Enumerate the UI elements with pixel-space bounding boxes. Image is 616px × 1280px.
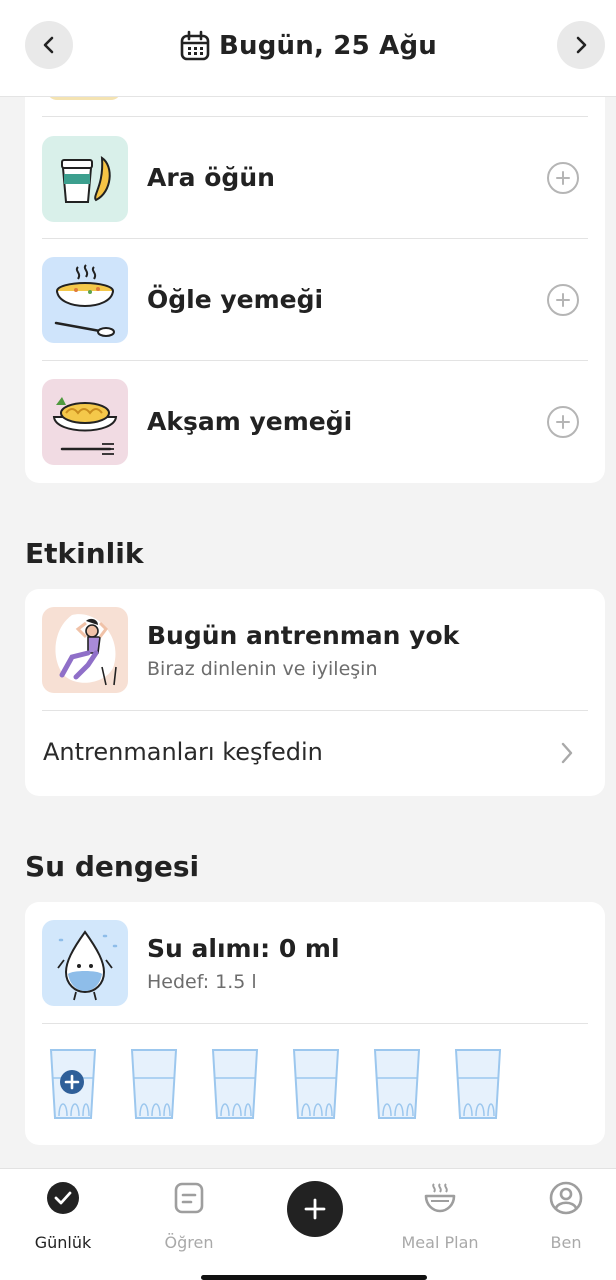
bottom-tab-bar: Günlük Öğren Meal Plan Ben	[0, 1168, 616, 1280]
top-header: Bugün, 25 Ağu	[0, 0, 616, 97]
meal-title: Öğle yemeği	[147, 285, 324, 314]
tab-label: Öğren	[164, 1233, 214, 1252]
water-intake-title: Su alımı: 0 ml	[147, 934, 340, 963]
pasta-dish-icon	[42, 379, 128, 465]
tab-meal-plan[interactable]: Meal Plan	[385, 1179, 495, 1259]
meal-row-dinner[interactable]: Akşam yemeği	[25, 361, 605, 482]
water-glass[interactable]	[373, 1048, 421, 1120]
bowl-icon	[424, 1183, 456, 1213]
plus-icon	[304, 1198, 326, 1220]
calendar-icon	[180, 30, 210, 61]
add-food-button[interactable]	[547, 406, 579, 438]
chevron-right-icon	[576, 36, 587, 54]
check-circle-icon	[47, 1182, 79, 1214]
soup-bowl-icon	[42, 257, 128, 343]
date-label: Bugün, 25 Ağu	[219, 31, 437, 61]
add-button[interactable]	[287, 1181, 343, 1237]
tab-label: Meal Plan	[401, 1233, 479, 1252]
next-day-button[interactable]	[557, 21, 605, 69]
meal-row-snack[interactable]: Ara öğün	[25, 117, 605, 238]
snack-icon	[42, 136, 128, 222]
tab-profile[interactable]: Ben	[511, 1179, 616, 1259]
tab-diary[interactable]: Günlük	[8, 1179, 118, 1259]
water-glass[interactable]	[130, 1048, 178, 1120]
tab-label: Günlük	[34, 1233, 92, 1252]
article-icon	[174, 1182, 204, 1214]
tab-learn[interactable]: Öğren	[134, 1179, 244, 1259]
water-drop-icon	[42, 920, 128, 1006]
meal-title: Akşam yemeği	[147, 407, 353, 436]
add-food-button[interactable]	[547, 284, 579, 316]
water-glass[interactable]	[292, 1048, 340, 1120]
tab-label: Ben	[550, 1233, 582, 1252]
activity-title: Bugün antrenman yok	[147, 621, 460, 650]
water-goal: Hedef: 1.5 l	[147, 971, 257, 993]
explore-workouts-row[interactable]: Antrenmanları keşfedin	[25, 711, 605, 796]
add-food-button[interactable]	[547, 162, 579, 194]
activity-card: Bugün antrenman yok Biraz dinlenin ve iy…	[25, 589, 605, 796]
activity-section-title: Etkinlik	[25, 537, 144, 570]
water-glass[interactable]	[211, 1048, 259, 1120]
water-card: Su alımı: 0 ml Hedef: 1.5 l	[25, 902, 605, 1145]
meals-card: Ara öğün Öğle yemeği Akşam yemeği	[25, 60, 605, 483]
explore-workouts-label: Antrenmanları keşfedin	[43, 738, 323, 766]
relaxing-person-icon	[42, 607, 128, 693]
date-title[interactable]: Bugün, 25 Ağu	[0, 24, 616, 68]
meal-row-lunch[interactable]: Öğle yemeği	[25, 239, 605, 360]
divider	[42, 1023, 588, 1024]
water-glass-add[interactable]	[49, 1048, 97, 1120]
water-glass[interactable]	[454, 1048, 502, 1120]
home-indicator	[201, 1275, 427, 1280]
activity-subtitle: Biraz dinlenin ve iyileşin	[147, 658, 378, 680]
water-glasses	[49, 1048, 502, 1120]
water-section-title: Su dengesi	[25, 850, 200, 883]
profile-icon	[549, 1181, 583, 1215]
chevron-right-icon	[561, 742, 573, 764]
meal-title: Ara öğün	[147, 163, 275, 192]
